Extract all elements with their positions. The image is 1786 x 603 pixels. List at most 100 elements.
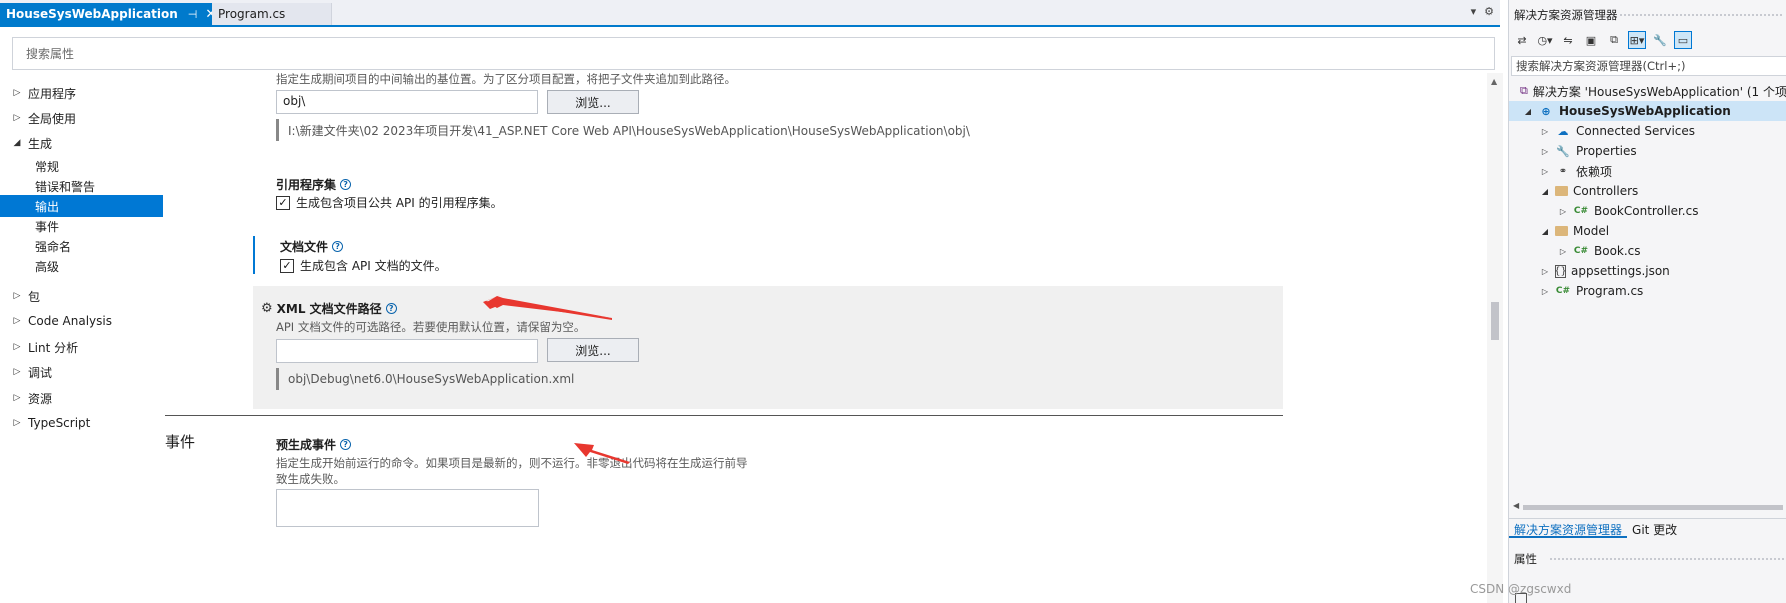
chevron-down-icon[interactable]: ▾ [1471, 5, 1477, 18]
intermediate-output-field[interactable]: obj\ [276, 90, 538, 114]
documentation-file-heading: 文档文件 ? [280, 238, 344, 255]
chevron-down-icon: ◢ [13, 138, 21, 148]
nav-item-debug[interactable]: ▷ 调试 [0, 361, 163, 383]
nav-item-label: Code Analysis [28, 314, 112, 328]
browse-button[interactable]: 浏览... [547, 90, 639, 114]
chevron-right-icon: ▷ [13, 367, 21, 377]
tree-item-book-cs[interactable]: ▷ C# Book.cs [1509, 241, 1786, 261]
nav-item-code-analysis[interactable]: ▷ Code Analysis [0, 310, 163, 332]
tree-item-program-cs[interactable]: ▷ C# Program.cs [1509, 281, 1786, 301]
tree-item-solution[interactable]: ⧉ 解决方案 'HouseSysWebApplication' (1 个项目 [1509, 81, 1786, 101]
nav-sub-events[interactable]: 事件 [0, 215, 163, 237]
tree-item-project[interactable]: ◢ ⊕ HouseSysWebApplication [1509, 101, 1786, 121]
preview-icon[interactable]: ▭ [1674, 31, 1692, 49]
tree-item-appsettings[interactable]: ▷ {} appsettings.json [1509, 261, 1786, 281]
tab-house-sys-web-application[interactable]: HouseSysWebApplication ⊣ ✕ [0, 3, 216, 25]
pre-build-event-textarea[interactable] [276, 489, 539, 527]
chevron-right-icon[interactable]: ▷ [1540, 267, 1550, 276]
chevron-right-icon: ▷ [13, 113, 21, 123]
chevron-right-icon[interactable]: ▷ [1540, 287, 1550, 296]
tree-item-dependencies[interactable]: ▷ ⚭ 依赖项 [1509, 161, 1786, 181]
documentation-file-option[interactable]: ✓ 生成包含 API 文档的文件。 [280, 257, 447, 274]
tree-item-label: Properties [1576, 144, 1637, 158]
tree-item-properties[interactable]: ▷ 🔧 Properties [1509, 141, 1786, 161]
history-icon[interactable]: ◷▾ [1536, 31, 1554, 49]
collapse-all-icon[interactable]: ▣ [1582, 31, 1600, 49]
nav-sub-errors-warnings[interactable]: 错误和警告 [0, 175, 163, 197]
switch-views-icon[interactable]: ⇄ [1513, 31, 1531, 49]
scroll-thumb[interactable] [1523, 505, 1783, 510]
xml-doc-path-field[interactable] [276, 339, 538, 363]
show-all-files-icon[interactable]: ⧉ [1605, 31, 1623, 49]
sync-icon[interactable]: ⇋ [1559, 31, 1577, 49]
nav-sub-output[interactable]: 输出 [0, 195, 163, 217]
tree-item-connected-services[interactable]: ▷ ☁ Connected Services [1509, 121, 1786, 141]
chevron-down-icon[interactable]: ◢ [1540, 227, 1550, 236]
chevron-right-icon[interactable]: ▷ [1540, 147, 1550, 156]
reference-assembly-heading: 引用程序集 ? [276, 176, 352, 193]
events-section-title: 事件 [165, 433, 196, 451]
nav-sub-advanced[interactable]: 高级 [0, 255, 163, 277]
chevron-right-icon: ▷ [13, 291, 21, 301]
nav-item-package[interactable]: ▷ 包 [0, 285, 163, 307]
tree-item-label: Connected Services [1576, 124, 1696, 138]
tab-git-changes[interactable]: Git 更改 [1627, 519, 1682, 538]
wrench-icon[interactable]: 🔧 [1651, 31, 1669, 49]
tab-program-cs[interactable]: Program.cs [212, 3, 332, 25]
filter-icon[interactable]: ⊞▾ [1628, 31, 1646, 49]
help-icon[interactable]: ? [332, 241, 344, 252]
heading-text: 引用程序集 [276, 178, 337, 192]
nav-item-resources[interactable]: ▷ 资源 [0, 387, 163, 409]
heading-text: 预生成事件 [276, 438, 337, 452]
nav-item-application[interactable]: ▷ 应用程序 [0, 82, 163, 104]
chevron-right-icon[interactable]: ▷ [1540, 167, 1550, 176]
help-icon[interactable]: ? [340, 439, 352, 450]
nav-item-label: 全局使用 [28, 111, 77, 126]
pin-icon[interactable]: ⊣ [188, 8, 198, 21]
nav-item-label: 生成 [28, 136, 53, 151]
nav-item-label: 调试 [28, 365, 53, 380]
scroll-left-icon[interactable]: ◀ [1513, 501, 1519, 510]
tree-item-model[interactable]: ◢ Model [1509, 221, 1786, 241]
solution-explorer-title: 解决方案资源管理器 [1514, 8, 1618, 22]
browse-button[interactable]: 浏览... [547, 338, 639, 362]
xml-doc-path-heading: ⚙ XML 文档文件路径 ? [261, 300, 397, 317]
tab-solution-explorer[interactable]: 解决方案资源管理器 [1509, 519, 1628, 538]
properties-content: 指定生成期间项目的中间输出的基位置。为了区分项目配置，将把子文件夹追加到此路径。… [165, 72, 1485, 603]
panel-grip[interactable] [1549, 557, 1784, 561]
nav-item-label: TypeScript [28, 416, 91, 430]
checkbox-label: 生成包含项目公共 API 的引用程序集。 [296, 196, 503, 210]
help-icon[interactable]: ? [385, 303, 397, 314]
csharp-file-icon: C# [1573, 206, 1589, 216]
panel-grip[interactable] [1619, 13, 1784, 17]
scroll-up-icon[interactable]: ▲ [1491, 77, 1497, 86]
solution-search-input[interactable] [1512, 57, 1786, 75]
checkbox[interactable]: ✓ [280, 258, 294, 273]
nav-item-global-usings[interactable]: ▷ 全局使用 [0, 107, 163, 129]
nav-sub-strong-naming[interactable]: 强命名 [0, 235, 163, 257]
gear-icon[interactable]: ⚙ [1484, 5, 1494, 18]
scroll-thumb[interactable] [1491, 302, 1499, 340]
tree-item-label: appsettings.json [1571, 264, 1670, 278]
chevron-right-icon[interactable]: ▷ [1558, 207, 1568, 216]
reference-assembly-option[interactable]: ✓ 生成包含项目公共 API 的引用程序集。 [276, 194, 503, 211]
chevron-down-icon[interactable]: ◢ [1523, 107, 1533, 116]
xml-doc-path-description: API 文档文件的可选路径。若要使用默认位置，请保留为空。 [276, 320, 586, 334]
solution-search [1511, 56, 1786, 76]
tree-item-label: BookController.cs [1594, 204, 1699, 218]
tree-item-controllers[interactable]: ◢ Controllers [1509, 181, 1786, 201]
nav-item-lint[interactable]: ▷ Lint 分析 [0, 336, 163, 358]
tree-item-book-controller[interactable]: ▷ C# BookController.cs [1509, 201, 1786, 221]
help-icon[interactable]: ? [340, 179, 352, 190]
nav-item-typescript[interactable]: ▷ TypeScript [0, 412, 163, 434]
chevron-right-icon[interactable]: ▷ [1558, 247, 1568, 256]
checkbox[interactable]: ✓ [276, 195, 290, 210]
horizontal-scrollbar[interactable]: ◀ [1513, 501, 1783, 511]
vertical-scrollbar[interactable]: ▲ [1487, 73, 1503, 603]
chevron-right-icon[interactable]: ▷ [1540, 127, 1550, 136]
search-input[interactable] [13, 38, 1494, 69]
chevron-down-icon[interactable]: ◢ [1540, 187, 1550, 196]
nav-sub-general[interactable]: 常规 [0, 155, 163, 177]
nav-item-build[interactable]: ◢ 生成 [0, 132, 163, 154]
solution-icon: ⧉ [1520, 84, 1528, 97]
